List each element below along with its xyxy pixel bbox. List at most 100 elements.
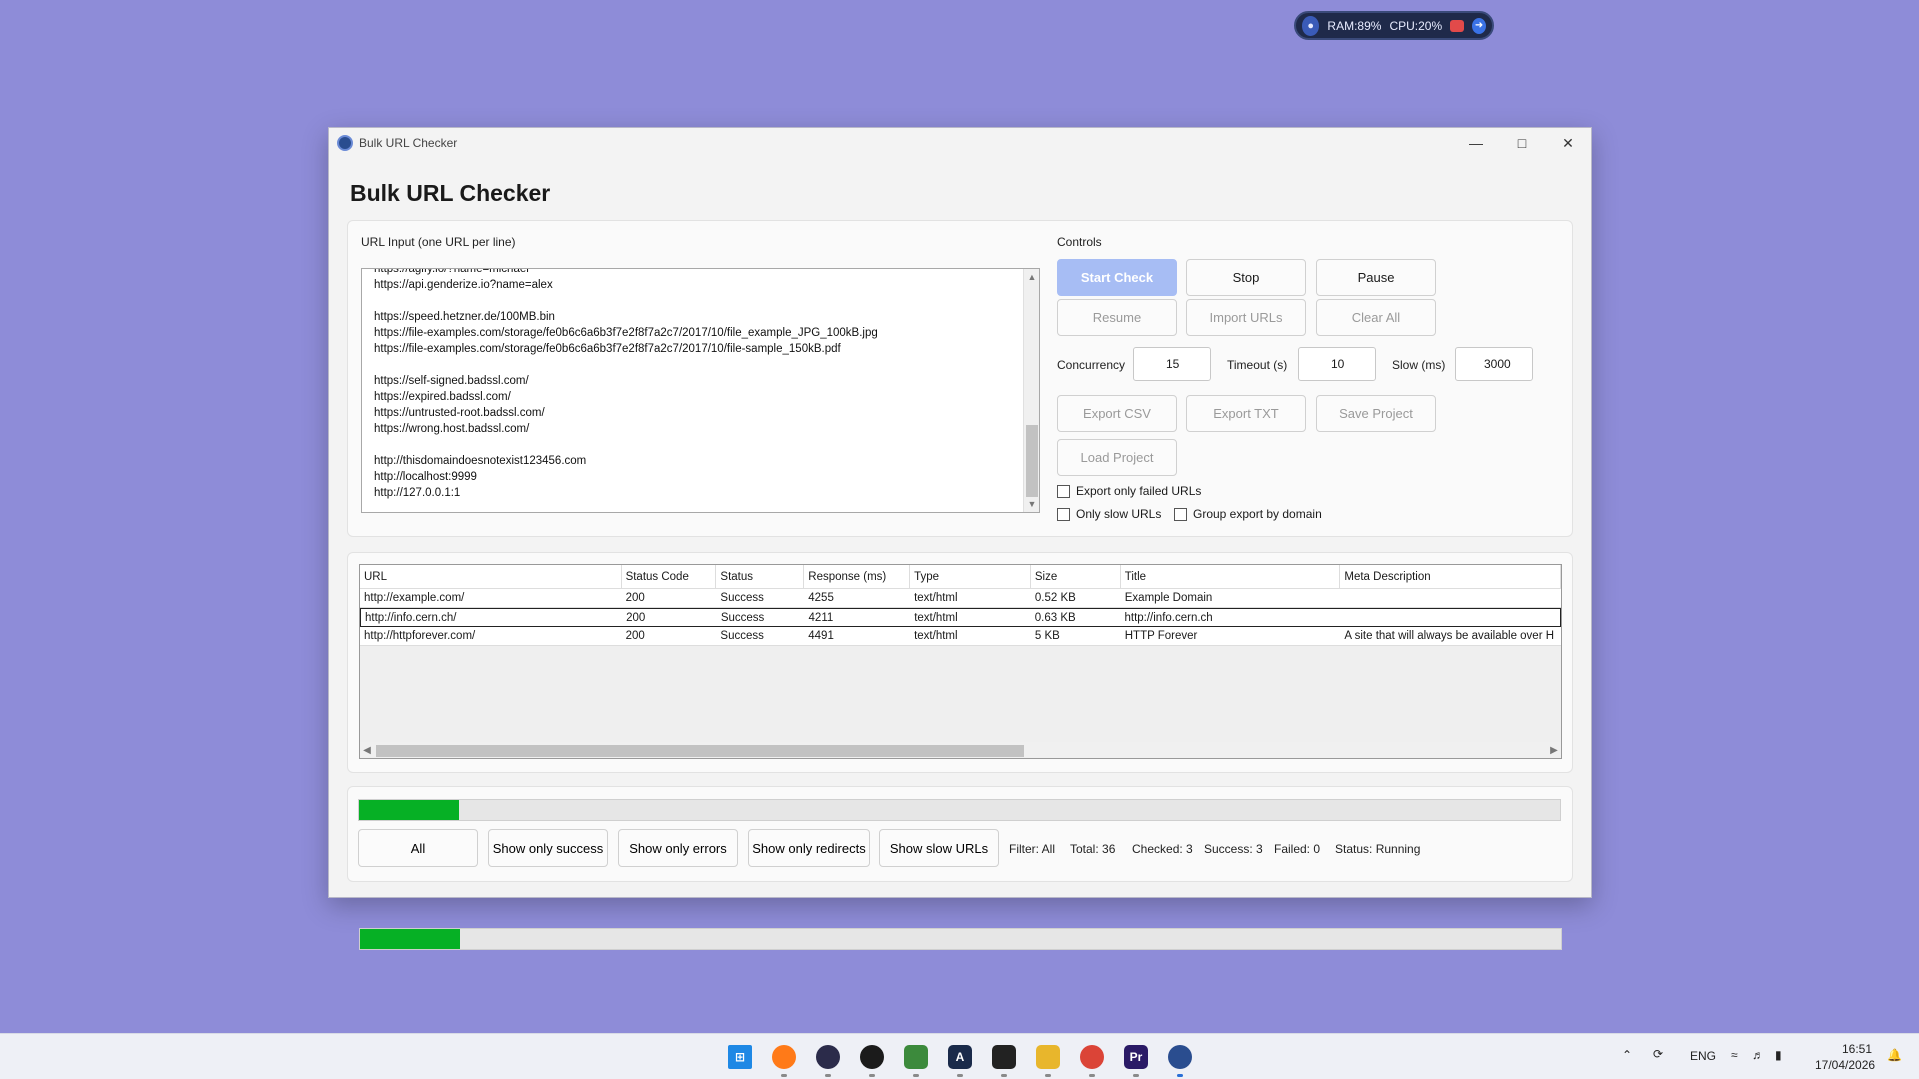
volume-icon[interactable]: ♬	[1752, 1048, 1764, 1062]
import-urls-button[interactable]: Import URLs	[1186, 299, 1306, 336]
checkbox-box[interactable]	[1057, 484, 1070, 498]
checkbox-box[interactable]	[1057, 507, 1070, 521]
table-body: http://example.com/200 Success 4255 text/ht…	[360, 589, 1561, 646]
table-cell: text/html	[914, 630, 958, 642]
bulk-url-checker-icon[interactable]	[1168, 1045, 1192, 1069]
premiere-pro-icon[interactable]: Pr	[1124, 1045, 1148, 1069]
only-slow-checkbox[interactable]: Only slow URLs	[1057, 507, 1161, 521]
progress-fill	[359, 800, 459, 820]
filter-success-button[interactable]: Show only success	[488, 829, 608, 867]
scroll-right-icon[interactable]: ▶	[1547, 742, 1561, 758]
export-txt-button[interactable]: Export TXT	[1186, 395, 1306, 432]
maximize-button[interactable]: □	[1499, 128, 1545, 158]
app-a-icon[interactable]: A	[948, 1045, 972, 1069]
chrome-icon[interactable]	[1080, 1045, 1104, 1069]
concurrency-input[interactable]: 15	[1133, 347, 1211, 381]
table-row[interactable]: http://httpforever.com/200 Success 4491 tex…	[360, 627, 1561, 646]
chevron-up-icon[interactable]: ⌃	[1622, 1048, 1632, 1062]
column-header[interactable]: Status	[716, 565, 805, 588]
slow-ms-input[interactable]: 3000	[1455, 347, 1533, 381]
microphone-icon[interactable]: ●	[1302, 15, 1320, 36]
slow-ms-label: Slow (ms)	[1392, 358, 1446, 372]
titlebar: Bulk URL Checker — □ ✕	[329, 128, 1591, 158]
firefox-icon[interactable]	[772, 1045, 796, 1069]
scroll-thumb[interactable]	[1026, 425, 1038, 497]
obsidian-icon[interactable]	[816, 1045, 840, 1069]
table-cell: Success	[720, 611, 765, 624]
url-input-label: URL Input (one URL per line)	[361, 235, 516, 249]
table-row[interactable]: http://info.cern.ch/200 Success 4211 text/h…	[360, 608, 1561, 627]
minimize-button[interactable]: —	[1453, 128, 1499, 158]
arrow-right-icon[interactable]: ➜	[1472, 17, 1487, 34]
sync-icon[interactable]: ⟳	[1653, 1047, 1663, 1061]
notepad-icon[interactable]	[904, 1045, 928, 1069]
export-csv-button[interactable]: Export CSV	[1057, 395, 1177, 432]
column-header[interactable]: Meta Description	[1340, 565, 1561, 588]
language-indicator[interactable]: ENG	[1690, 1049, 1716, 1063]
battery-icon[interactable]: ▮	[1775, 1048, 1782, 1062]
url-lines: https://agify.io/?name=michael https://ap…	[374, 268, 878, 501]
record-icon[interactable]	[1450, 19, 1465, 32]
table-cell: 200	[625, 630, 645, 642]
filter-all-button[interactable]: All	[358, 829, 478, 867]
timeout-input[interactable]: 10	[1298, 347, 1376, 381]
url-line	[374, 357, 878, 373]
terminal-icon[interactable]	[992, 1045, 1016, 1069]
column-header[interactable]: URL	[360, 565, 622, 588]
system-monitor-widget[interactable]: ● RAM:89% CPU:20% ➜	[1294, 11, 1494, 40]
horizontal-scrollbar[interactable]: ◀ ▶	[360, 742, 1561, 758]
checkbox-box[interactable]	[1174, 507, 1187, 521]
table-cell: Example Domain	[1124, 592, 1213, 604]
group-domain-checkbox[interactable]: Group export by domain	[1174, 507, 1322, 521]
file-explorer-icon[interactable]	[1036, 1045, 1060, 1069]
table-cell: HTTP Forever	[1124, 630, 1198, 642]
filter-slow-button[interactable]: Show slow URLs	[879, 829, 999, 867]
scroll-left-icon[interactable]: ◀	[360, 742, 374, 758]
concurrency-label: Concurrency	[1057, 358, 1126, 372]
url-input-textarea[interactable]: https://agify.io/?name=michael https://ap…	[361, 268, 1040, 513]
page-title: Bulk URL Checker	[350, 180, 551, 206]
column-header[interactable]: Status Code	[622, 565, 717, 588]
column-header[interactable]: Type	[910, 565, 1031, 588]
results-table[interactable]: URL Status Code Status Response (ms) Type Siz…	[359, 564, 1562, 759]
table-cell: Success	[720, 630, 764, 642]
start-menu-icon[interactable]: ⊞	[728, 1045, 752, 1069]
clock-time[interactable]: 16:51	[1842, 1042, 1872, 1056]
table-cell: 0.52 KB	[1034, 592, 1076, 604]
filter-redirects-button[interactable]: Show only redirects	[748, 829, 870, 867]
load-project-button[interactable]: Load Project	[1057, 439, 1177, 476]
notification-bell-icon[interactable]: 🔔	[1887, 1048, 1902, 1062]
obs-icon[interactable]	[860, 1045, 884, 1069]
column-header[interactable]: Title	[1121, 565, 1341, 588]
close-button[interactable]: ✕	[1545, 128, 1591, 158]
pause-button[interactable]: Pause	[1316, 259, 1436, 296]
status-panel-content: All Show only success Show only errors S…	[346, 785, 1572, 881]
table-cell: 0.63 KB	[1034, 611, 1076, 624]
scroll-up-icon[interactable]: ▲	[1024, 269, 1039, 285]
url-line: https://agify.io/?name=michael	[374, 268, 529, 275]
url-line: https://file-examples.com/storage/fe0b6c…	[374, 327, 878, 339]
results-panel: URL Status Code Status Response (ms) Type Siz…	[347, 552, 1573, 773]
stop-button[interactable]: Stop	[1186, 259, 1306, 296]
resume-button[interactable]: Resume	[1057, 299, 1177, 336]
url-line	[374, 437, 878, 453]
filter-errors-button[interactable]: Show only errors	[618, 829, 738, 867]
scroll-thumb[interactable]	[376, 745, 1024, 757]
export-failed-label: Export only failed URLs	[1076, 484, 1202, 498]
table-row[interactable]: http://example.com/200 Success 4255 text/ht…	[360, 589, 1561, 608]
table-cell: Success	[720, 592, 764, 604]
table-cell: 200	[626, 611, 646, 624]
save-project-button[interactable]: Save Project	[1316, 395, 1436, 432]
scroll-down-icon[interactable]: ▼	[1024, 496, 1039, 512]
wifi-icon[interactable]: ≈	[1731, 1048, 1738, 1062]
start-check-button[interactable]: Start Check	[1057, 259, 1177, 296]
clear-all-button[interactable]: Clear All	[1316, 299, 1436, 336]
taskbar-dot	[1001, 1074, 1007, 1077]
column-header[interactable]: Size	[1031, 565, 1121, 588]
table-cell: 4491	[808, 630, 834, 642]
clock-date[interactable]: 17/04/2026	[1815, 1058, 1875, 1072]
vertical-scrollbar[interactable]: ▲ ▼	[1023, 269, 1039, 512]
table-cell: 4255	[808, 592, 834, 604]
export-failed-checkbox[interactable]: Export only failed URLs	[1057, 484, 1201, 498]
column-header[interactable]: Response (ms)	[804, 565, 911, 588]
